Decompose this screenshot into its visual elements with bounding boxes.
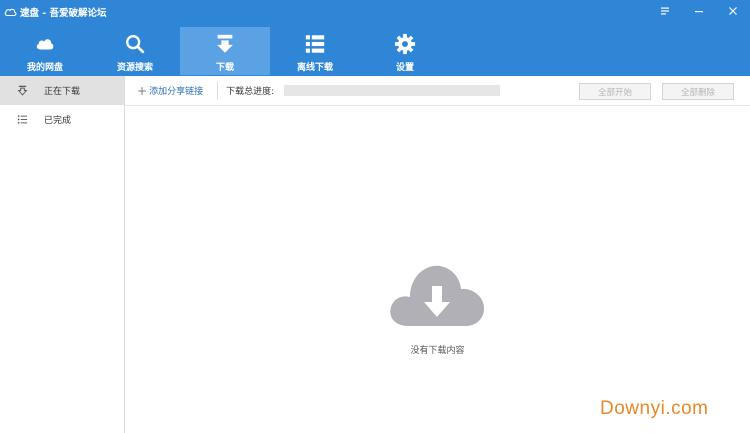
window-title-area: 速盘 - 吾爱破解论坛 (4, 4, 107, 20)
add-share-link-button[interactable]: + 添加分享链接 (137, 83, 204, 98)
download-arrow-icon (217, 34, 233, 53)
empty-cloud-download-icon (390, 265, 485, 326)
minimize-icon (695, 11, 703, 13)
nav-label: 资源搜索 (116, 63, 153, 73)
toolbar-divider (217, 81, 219, 100)
completed-list-icon (17, 115, 27, 124)
total-progress-bar (284, 85, 501, 96)
download-toolbar: + 添加分享链接 下载总进度: 全部开始 全部删除 (125, 76, 750, 106)
nav-resource-search[interactable]: 资源搜索 (90, 27, 180, 75)
nav-my-drive[interactable]: 我的网盘 (0, 27, 90, 75)
app-cloud-icon (4, 8, 17, 16)
nav-settings[interactable]: 设置 (360, 27, 450, 75)
minimize-button[interactable] (682, 2, 716, 20)
nav-label: 下载 (215, 63, 234, 73)
list-icon (305, 35, 325, 53)
sidebar-item-label: 已完成 (44, 116, 72, 126)
delete-all-button[interactable]: 全部删除 (662, 83, 734, 100)
empty-state-text: 没有下载内容 (410, 346, 465, 356)
nav-offline-download[interactable]: 离线下载 (270, 27, 360, 75)
menu-button[interactable] (648, 2, 682, 20)
sidebar-item-downloading[interactable]: 正在下载 (0, 76, 124, 105)
sidebar: 正在下载 已完成 (0, 76, 125, 433)
menu-icon (661, 7, 669, 15)
close-button[interactable] (716, 2, 750, 20)
search-icon (126, 35, 145, 54)
total-progress-label: 下载总进度: (226, 87, 275, 97)
window-title: 速盘 - 吾爱破解论坛 (20, 8, 107, 19)
add-share-link-label: 添加分享链接 (149, 87, 204, 97)
title-bar: 速盘 - 吾爱破解论坛 我的网盘 资源搜索 下载 离线下载 设置 (0, 0, 750, 76)
start-all-button[interactable]: 全部开始 (579, 83, 651, 100)
window-controls (648, 2, 750, 20)
cloud-icon (36, 39, 54, 50)
main-nav: 我的网盘 资源搜索 下载 离线下载 设置 (0, 27, 450, 76)
plus-icon: + (137, 83, 148, 98)
nav-download[interactable]: 下载 (180, 27, 270, 75)
close-icon (729, 7, 737, 15)
nav-label: 我的网盘 (26, 63, 63, 73)
nav-label: 离线下载 (296, 63, 333, 73)
downloading-icon (17, 85, 27, 96)
sidebar-item-label: 正在下载 (44, 87, 81, 97)
sidebar-item-completed[interactable]: 已完成 (0, 105, 124, 134)
nav-label: 设置 (395, 63, 414, 73)
gear-icon (394, 33, 416, 55)
watermark-text: Downyi.com (600, 398, 709, 419)
